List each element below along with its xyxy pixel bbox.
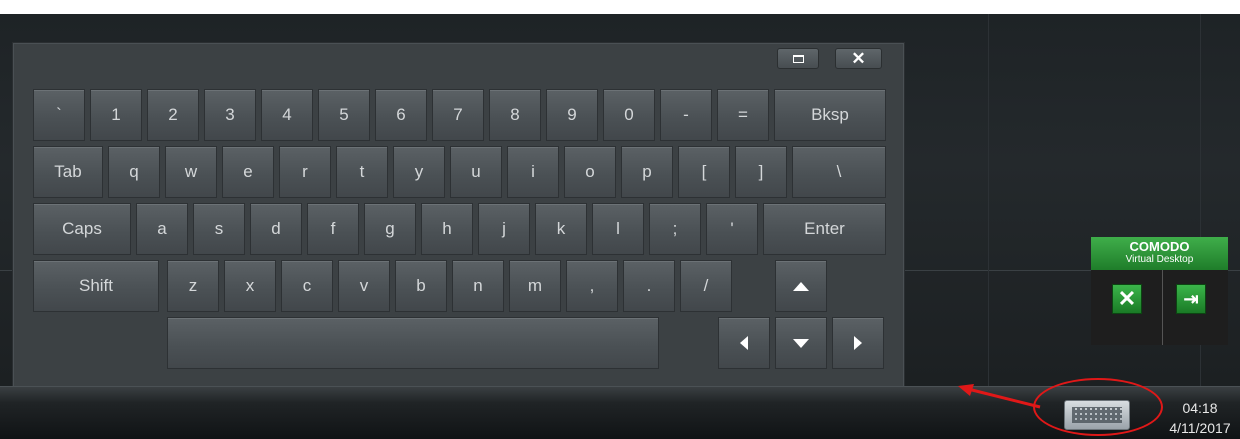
right-arrow-icon [854, 336, 862, 350]
key-9[interactable]: 9 [546, 89, 598, 141]
annotation-ellipse [1033, 378, 1163, 436]
key-5[interactable]: 5 [318, 89, 370, 141]
key-f[interactable]: f [307, 203, 359, 255]
key-comma[interactable]: , [566, 260, 618, 312]
key-space[interactable] [167, 317, 659, 369]
key-backslash[interactable]: \ [792, 146, 886, 198]
key-s[interactable]: s [193, 203, 245, 255]
desktop-divider-vertical [988, 14, 989, 386]
key-g[interactable]: g [364, 203, 416, 255]
key-0[interactable]: 0 [603, 89, 655, 141]
key-a[interactable]: a [136, 203, 188, 255]
close-icon: ✕ [851, 48, 866, 68]
comodo-header: COMODO Virtual Desktop [1091, 237, 1228, 270]
key-x[interactable]: x [224, 260, 276, 312]
close-icon: ✕ [1117, 286, 1137, 311]
restore-icon [792, 54, 804, 63]
key-h[interactable]: h [421, 203, 473, 255]
key-2[interactable]: 2 [147, 89, 199, 141]
key-v[interactable]: v [338, 260, 390, 312]
key-slash[interactable]: / [680, 260, 732, 312]
key-arrow-right[interactable] [832, 317, 884, 369]
key-minus[interactable]: - [660, 89, 712, 141]
key-w[interactable]: w [165, 146, 217, 198]
key-right-bracket[interactable]: ] [735, 146, 787, 198]
key-enter[interactable]: Enter [763, 203, 886, 255]
clock-time: 04:18 [1182, 400, 1218, 416]
key-7[interactable]: 7 [432, 89, 484, 141]
key-e[interactable]: e [222, 146, 274, 198]
key-d[interactable]: d [250, 203, 302, 255]
taskbar-clock[interactable]: 04:18 4/11/2017 [1160, 398, 1240, 438]
key-k[interactable]: k [535, 203, 587, 255]
key-b[interactable]: b [395, 260, 447, 312]
exit-icon: ⇥ [1183, 288, 1199, 309]
comodo-exit-button[interactable]: ⇥ [1176, 284, 1206, 314]
key-z[interactable]: z [167, 260, 219, 312]
key-arrow-up[interactable] [775, 260, 827, 312]
key-u[interactable]: u [450, 146, 502, 198]
on-screen-keyboard-window: ✕ ` 1 2 3 4 5 6 7 8 9 0 - = Bksp Tab q w… [12, 42, 905, 388]
key-left-bracket[interactable]: [ [678, 146, 730, 198]
up-arrow-icon [793, 281, 809, 291]
key-l[interactable]: l [592, 203, 644, 255]
key-m[interactable]: m [509, 260, 561, 312]
key-y[interactable]: y [393, 146, 445, 198]
key-i[interactable]: i [507, 146, 559, 198]
key-caps[interactable]: Caps [33, 203, 131, 255]
key-period[interactable]: . [623, 260, 675, 312]
key-1[interactable]: 1 [90, 89, 142, 141]
key-p[interactable]: p [621, 146, 673, 198]
comodo-divider [1162, 270, 1163, 345]
key-o[interactable]: o [564, 146, 616, 198]
key-tab[interactable]: Tab [33, 146, 103, 198]
key-6[interactable]: 6 [375, 89, 427, 141]
key-q[interactable]: q [108, 146, 160, 198]
close-button[interactable]: ✕ [835, 48, 882, 69]
comodo-virtual-desktop-widget: COMODO Virtual Desktop ✕ ⇥ [1091, 237, 1228, 345]
key-equals[interactable]: = [717, 89, 769, 141]
key-shift[interactable]: Shift [33, 260, 159, 312]
top-margin [0, 0, 1240, 14]
comodo-close-button[interactable]: ✕ [1112, 284, 1142, 314]
down-arrow-icon [793, 338, 809, 348]
comodo-subtitle: Virtual Desktop [1125, 254, 1194, 265]
comodo-title: COMODO [1129, 239, 1190, 254]
key-backtick[interactable]: ` [33, 89, 85, 141]
key-arrow-left[interactable] [718, 317, 770, 369]
clock-date: 4/11/2017 [1169, 420, 1231, 436]
key-n[interactable]: n [452, 260, 504, 312]
key-j[interactable]: j [478, 203, 530, 255]
key-3[interactable]: 3 [204, 89, 256, 141]
left-arrow-icon [740, 336, 748, 350]
key-t[interactable]: t [336, 146, 388, 198]
key-backspace[interactable]: Bksp [774, 89, 886, 141]
restore-button[interactable] [777, 48, 819, 69]
key-arrow-down[interactable] [775, 317, 827, 369]
key-4[interactable]: 4 [261, 89, 313, 141]
key-semicolon[interactable]: ; [649, 203, 701, 255]
key-8[interactable]: 8 [489, 89, 541, 141]
key-c[interactable]: c [281, 260, 333, 312]
key-quote[interactable]: ' [706, 203, 758, 255]
key-r[interactable]: r [279, 146, 331, 198]
